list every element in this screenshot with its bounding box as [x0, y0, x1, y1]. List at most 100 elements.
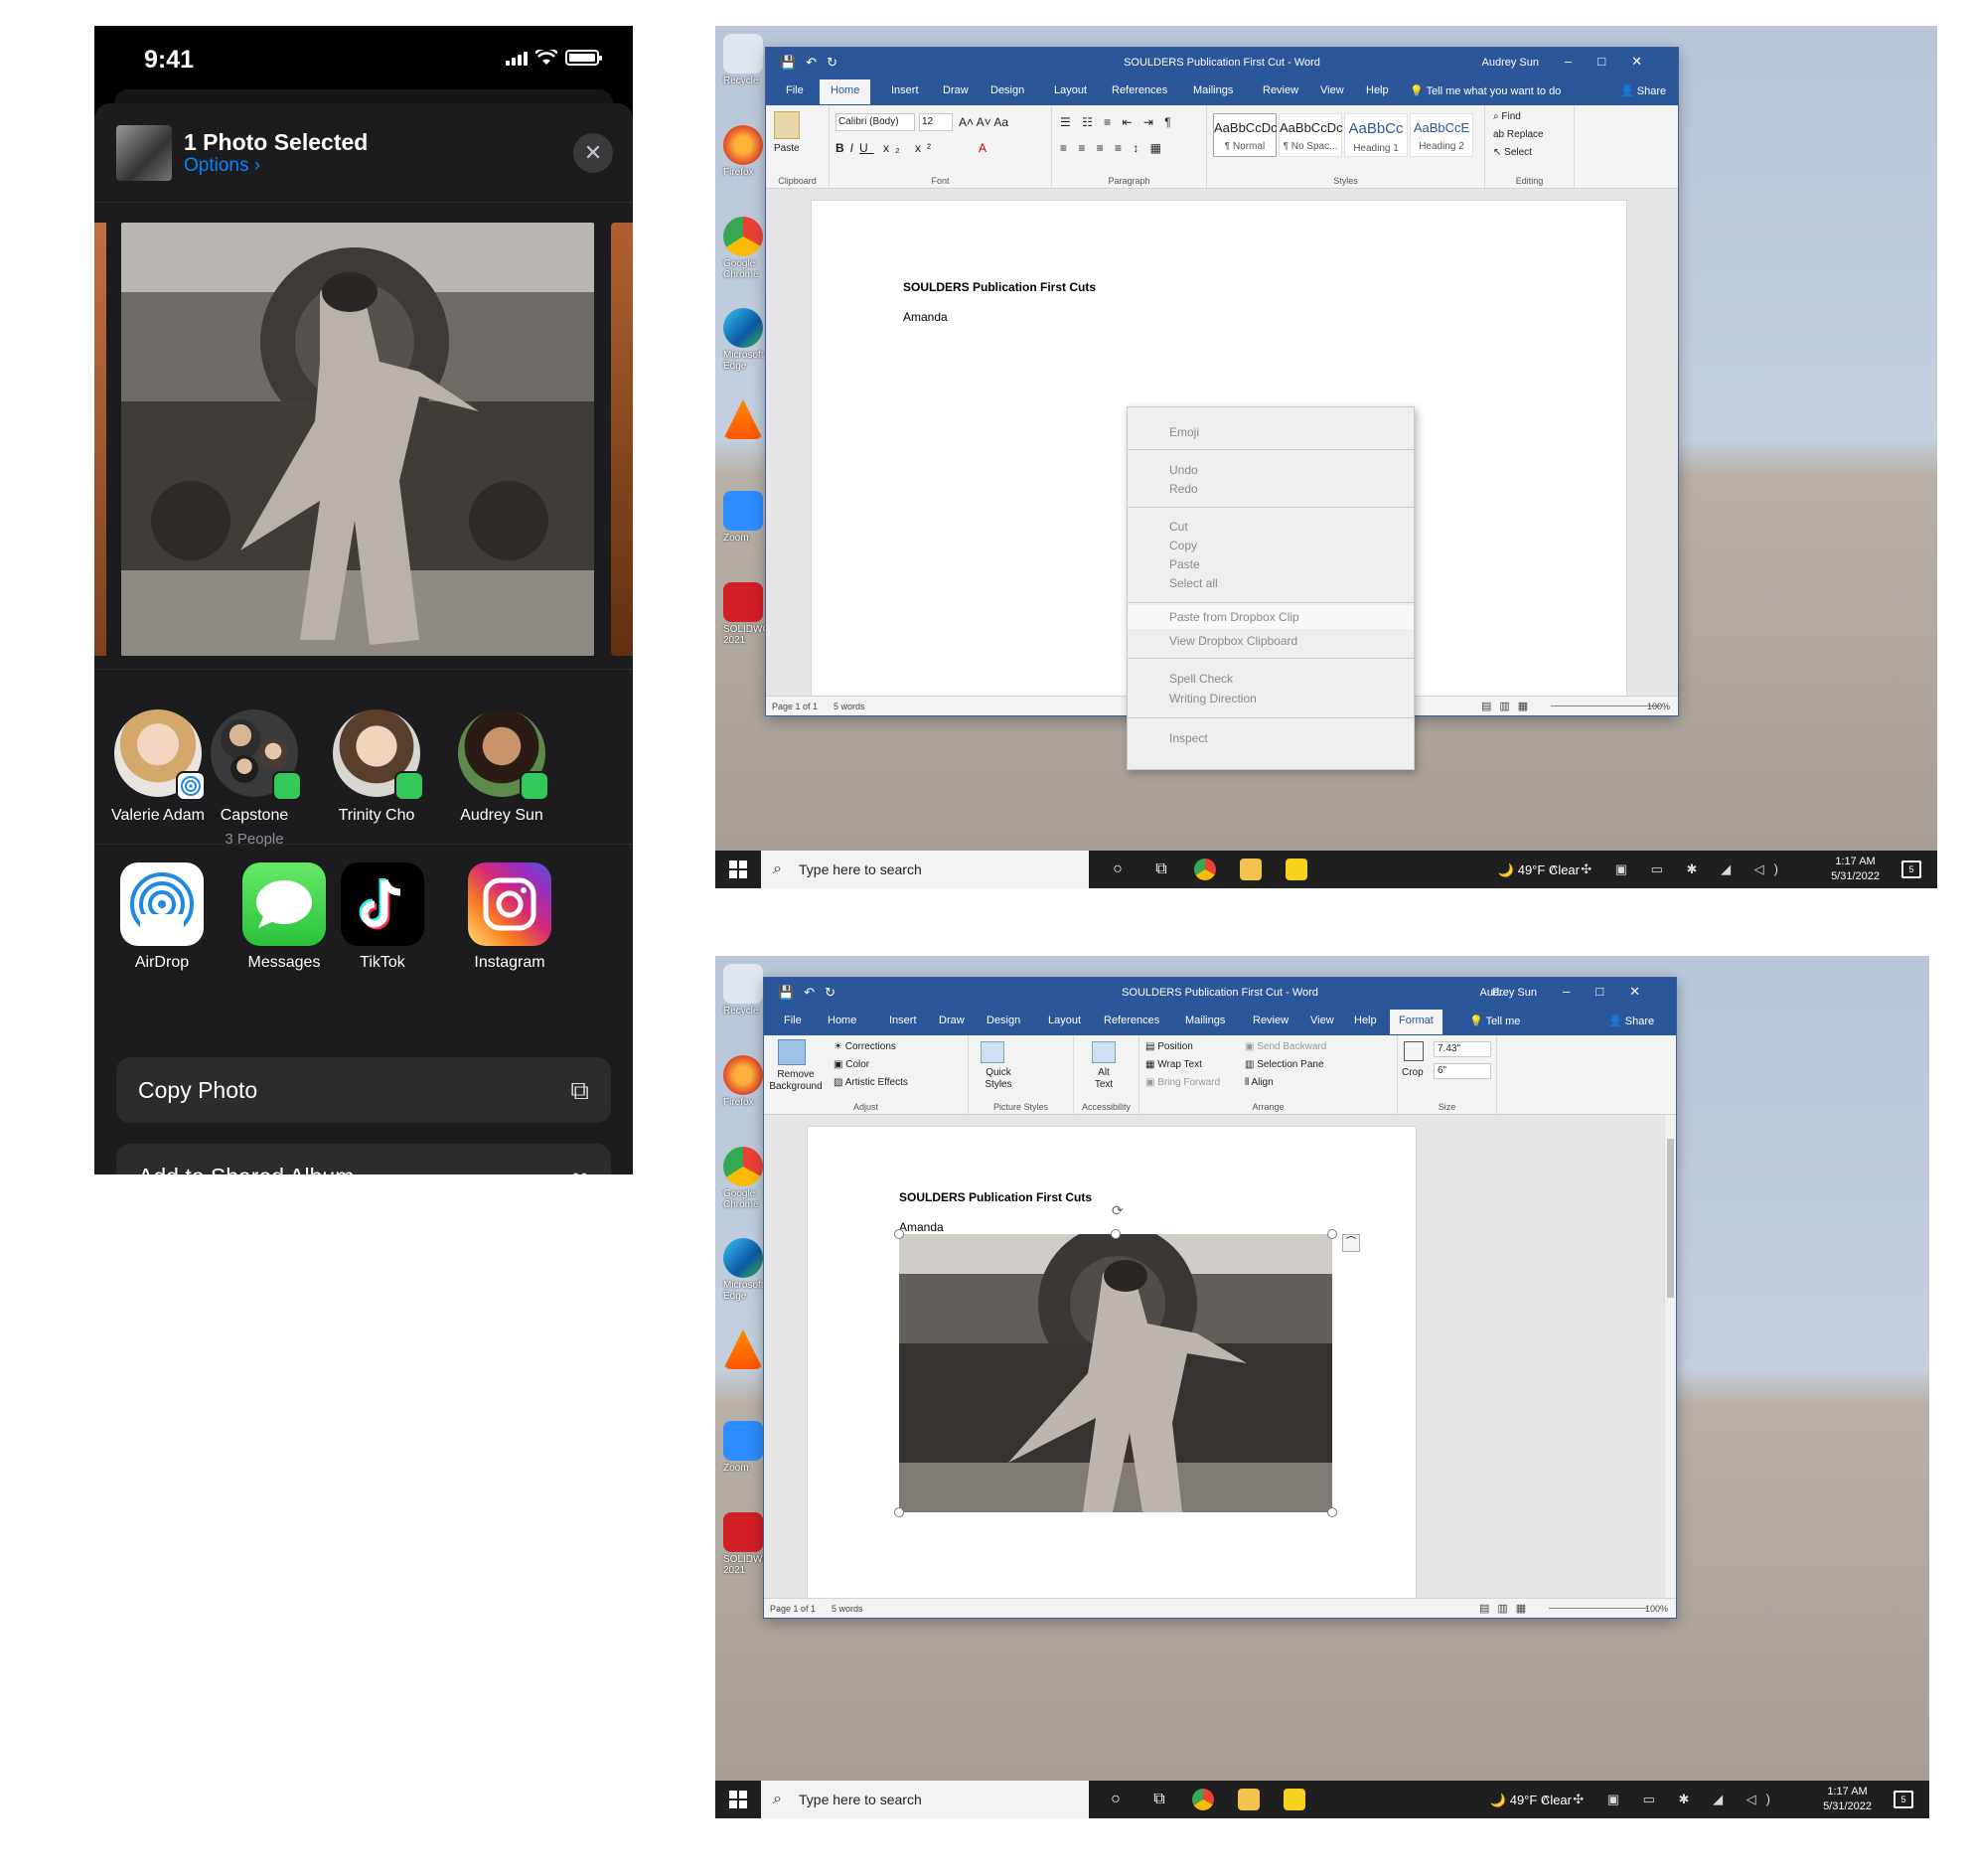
- tab-home[interactable]: Home: [828, 1015, 856, 1026]
- tab-design[interactable]: Design: [986, 1015, 1020, 1026]
- bring-forward-button[interactable]: ▣ Bring Forward: [1145, 1077, 1220, 1088]
- send-backward-button[interactable]: ▣ Send Backward: [1245, 1041, 1326, 1052]
- task-view-icon[interactable]: ⧉: [1148, 1789, 1170, 1810]
- zoom-level[interactable]: 100%: [1645, 1604, 1668, 1614]
- font-name-field[interactable]: Calibri (Body): [835, 113, 915, 131]
- task-view-icon[interactable]: ⧉: [1150, 859, 1172, 880]
- color-button[interactable]: ▣ Color: [834, 1059, 869, 1070]
- resize-handle[interactable]: [894, 1507, 904, 1517]
- tab-review[interactable]: Review: [1253, 1015, 1289, 1026]
- tab-mailings[interactable]: Mailings: [1193, 84, 1233, 96]
- artistic-effects-button[interactable]: ▨ Artistic Effects: [834, 1077, 908, 1088]
- menu-item-redo[interactable]: Redo: [1169, 482, 1198, 496]
- tab-design[interactable]: Design: [990, 84, 1024, 96]
- close-button[interactable]: ✕: [573, 133, 613, 173]
- solidworks-icon[interactable]: SOLIDWORKS 2021: [723, 582, 791, 646]
- edge-icon[interactable]: Microsoft Edge: [723, 1238, 764, 1302]
- chrome-taskbar-icon[interactable]: [1192, 1789, 1214, 1810]
- view-buttons[interactable]: ▤▥▦: [1481, 700, 1536, 712]
- app-messages[interactable]: Messages: [234, 862, 334, 972]
- user-name[interactable]: Audrey Sun: [1482, 57, 1539, 69]
- tab-mailings[interactable]: Mailings: [1185, 1015, 1225, 1026]
- chrome-icon[interactable]: Google Chrome: [723, 217, 763, 280]
- font-size-field[interactable]: 12: [919, 113, 953, 131]
- alt-text-icon[interactable]: [1092, 1041, 1116, 1063]
- tab-references[interactable]: References: [1112, 84, 1167, 96]
- recycle-bin-icon[interactable]: Recycle: [723, 34, 763, 86]
- tab-insert[interactable]: Insert: [889, 1015, 917, 1026]
- window-controls[interactable]: –□✕: [1563, 984, 1666, 1000]
- tab-format[interactable]: Format: [1390, 1010, 1442, 1034]
- alt-text-button[interactable]: Alt Text: [1088, 1067, 1120, 1091]
- resize-handle[interactable]: [1111, 1229, 1121, 1239]
- app-airdrop[interactable]: AirDrop: [112, 862, 212, 972]
- quick-styles-button[interactable]: Quick Styles: [977, 1067, 1020, 1091]
- tell-me-search[interactable]: 💡 Tell me what you want to do: [1410, 84, 1561, 97]
- firefox-icon[interactable]: Firefox: [723, 125, 763, 178]
- share-button[interactable]: 👤 Share: [1608, 1015, 1654, 1027]
- contact-capstone-group[interactable]: Capstone 3 People: [195, 709, 314, 848]
- paste-icon[interactable]: [774, 111, 800, 139]
- tab-view[interactable]: View: [1310, 1015, 1334, 1026]
- crop-icon[interactable]: [1404, 1041, 1424, 1061]
- vertical-scrollbar[interactable]: [1664, 1115, 1676, 1598]
- sticky-notes-icon[interactable]: [1286, 859, 1307, 880]
- word-count[interactable]: 5 words: [834, 702, 865, 711]
- tab-layout[interactable]: Layout: [1048, 1015, 1081, 1026]
- file-explorer-icon[interactable]: [1240, 859, 1262, 880]
- cortana-icon[interactable]: ○: [1107, 859, 1129, 880]
- height-field[interactable]: 7.43": [1434, 1041, 1491, 1057]
- select-button[interactable]: ↖ Select: [1493, 147, 1532, 158]
- system-tray-icons[interactable]: ˄ ✣ ▣ ▭ ✱ ◢ ◁): [1542, 1792, 1780, 1807]
- tab-draw[interactable]: Draw: [943, 84, 969, 96]
- selection-pane-button[interactable]: ▥ Selection Pane: [1245, 1059, 1324, 1070]
- font-color-button[interactable]: A: [979, 141, 986, 155]
- style-no-spacing[interactable]: AaBbCcDc ¶ No Spac...: [1279, 113, 1343, 157]
- tab-layout[interactable]: Layout: [1054, 84, 1087, 96]
- zoom-slider[interactable]: [1551, 705, 1660, 706]
- app-tiktok[interactable]: TikTok: [333, 862, 432, 972]
- corrections-button[interactable]: ☀ Corrections: [834, 1041, 896, 1052]
- tab-file[interactable]: File: [786, 84, 804, 96]
- font-format-buttons[interactable]: BIU x₂ x²: [835, 141, 937, 155]
- tab-file[interactable]: File: [784, 1015, 802, 1026]
- menu-item-inspect[interactable]: Inspect: [1169, 731, 1208, 745]
- zoom-slider[interactable]: [1549, 1608, 1648, 1609]
- menu-item-cut[interactable]: Cut: [1169, 520, 1188, 534]
- notification-center-icon[interactable]: 5: [1901, 860, 1921, 878]
- tab-help[interactable]: Help: [1366, 84, 1389, 96]
- font-size-buttons[interactable]: A˄ A˅ Aa: [959, 115, 1008, 129]
- app-instagram[interactable]: Instagram: [460, 862, 559, 972]
- remove-background-icon[interactable]: [778, 1039, 806, 1065]
- zoom-icon[interactable]: Zoom: [723, 491, 763, 544]
- resize-handle[interactable]: [1327, 1229, 1337, 1239]
- remove-background-button[interactable]: Remove Background: [766, 1069, 826, 1093]
- system-tray-icons[interactable]: ˄ ✣ ▣ ▭ ✱ ◢ ◁): [1550, 861, 1788, 877]
- notification-center-icon[interactable]: 5: [1894, 1791, 1913, 1808]
- find-button[interactable]: ⌕ Find: [1493, 111, 1521, 122]
- taskbar-clock[interactable]: 1:17 AM 5/31/2022: [1823, 1785, 1872, 1814]
- menu-item-writing-direction[interactable]: Writing Direction: [1169, 692, 1257, 705]
- adjacent-photo-right[interactable]: [611, 223, 633, 656]
- taskbar-search[interactable]: ⌕ Type here to search: [761, 1781, 1089, 1818]
- style-heading-2[interactable]: AaBbCcE Heading 2: [1410, 113, 1473, 157]
- resize-handle[interactable]: [894, 1229, 904, 1239]
- wrap-text-button[interactable]: ▦ Wrap Text: [1145, 1059, 1202, 1070]
- page-count[interactable]: Page 1 of 1: [770, 1604, 816, 1614]
- align-button[interactable]: ⫴ Align: [1245, 1077, 1274, 1088]
- contact-trinity-cho[interactable]: Trinity Cho: [317, 709, 436, 825]
- list-buttons[interactable]: ☰ ☷ ≡ ⇤ ⇥ ¶: [1060, 115, 1175, 129]
- windows-start-icon[interactable]: [729, 860, 747, 878]
- taskbar-clock[interactable]: 1:17 AM 5/31/2022: [1831, 855, 1880, 884]
- recycle-bin-icon[interactable]: Recycle: [723, 964, 763, 1016]
- menu-item-paste[interactable]: Paste: [1169, 557, 1200, 571]
- view-buttons[interactable]: ▤▥▦: [1479, 1602, 1534, 1615]
- taskbar-search[interactable]: ⌕ Type here to search: [761, 851, 1089, 888]
- replace-button[interactable]: ab Replace: [1493, 129, 1544, 140]
- menu-item-copy[interactable]: Copy: [1169, 539, 1197, 552]
- zoom-icon[interactable]: Zoom: [723, 1421, 763, 1474]
- share-button[interactable]: 👤 Share: [1620, 84, 1666, 97]
- cortana-icon[interactable]: ○: [1105, 1789, 1127, 1810]
- menu-item-select-all[interactable]: Select all: [1169, 576, 1218, 590]
- tab-draw[interactable]: Draw: [939, 1015, 965, 1026]
